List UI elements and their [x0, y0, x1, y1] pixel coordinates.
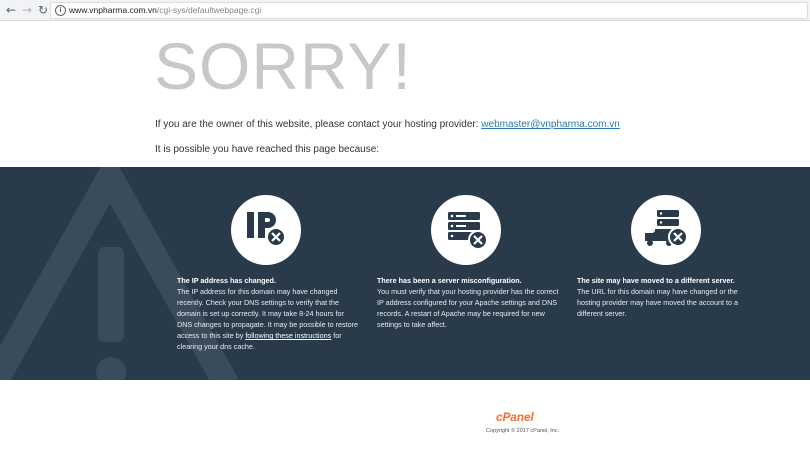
reason-description: The URL for this domain may have changed… — [577, 287, 739, 318]
reason-title: There has been a server misconfiguration… — [377, 276, 522, 285]
info-icon[interactable]: i — [55, 5, 66, 16]
reason-description: You must verify that your hosting provid… — [377, 287, 559, 329]
reason-title: The IP address has changed. — [177, 276, 276, 285]
forward-arrow-icon[interactable]: → — [20, 2, 34, 18]
reasons-section: The IP address has changed. The IP addre… — [0, 167, 810, 380]
owner-message: If you are the owner of this website, pl… — [155, 119, 620, 130]
url-host: www.vnpharma.com.vn — [69, 5, 157, 15]
reload-icon[interactable]: ↻ — [36, 2, 50, 18]
dns-instructions-link[interactable]: following these instructions — [245, 331, 331, 340]
back-arrow-icon[interactable]: ← — [4, 2, 18, 18]
copyright-text: Copyright © 2017 cPanel, Inc. — [486, 428, 560, 434]
ip-address-error-icon — [231, 195, 301, 265]
address-bar[interactable]: i www.vnpharma.com.vn/cgi-sys/defaultweb… — [50, 2, 808, 19]
reason-title: The site may have moved to a different s… — [577, 276, 735, 285]
url-path: /cgi-sys/defaultwebpage.cgi — [156, 5, 262, 15]
reason-intro: It is possible you have reached this pag… — [155, 144, 380, 155]
url-text[interactable]: www.vnpharma.com.vn/cgi-sys/defaultwebpa… — [69, 4, 261, 17]
server-moved-icon — [631, 195, 701, 265]
reason-description: The IP address for this domain may have … — [177, 286, 359, 352]
owner-message-text: If you are the owner of this website, pl… — [155, 119, 482, 130]
server-misconfiguration-icon — [431, 195, 501, 265]
browser-toolbar: ← → ↻ i www.vnpharma.com.vn/cgi-sys/defa… — [0, 0, 810, 21]
webmaster-email-link[interactable]: webmaster@vnpharma.com.vn — [481, 119, 620, 130]
page-headline: SORRY! — [154, 29, 412, 103]
cpanel-logo[interactable]: cPanel — [496, 410, 534, 424]
